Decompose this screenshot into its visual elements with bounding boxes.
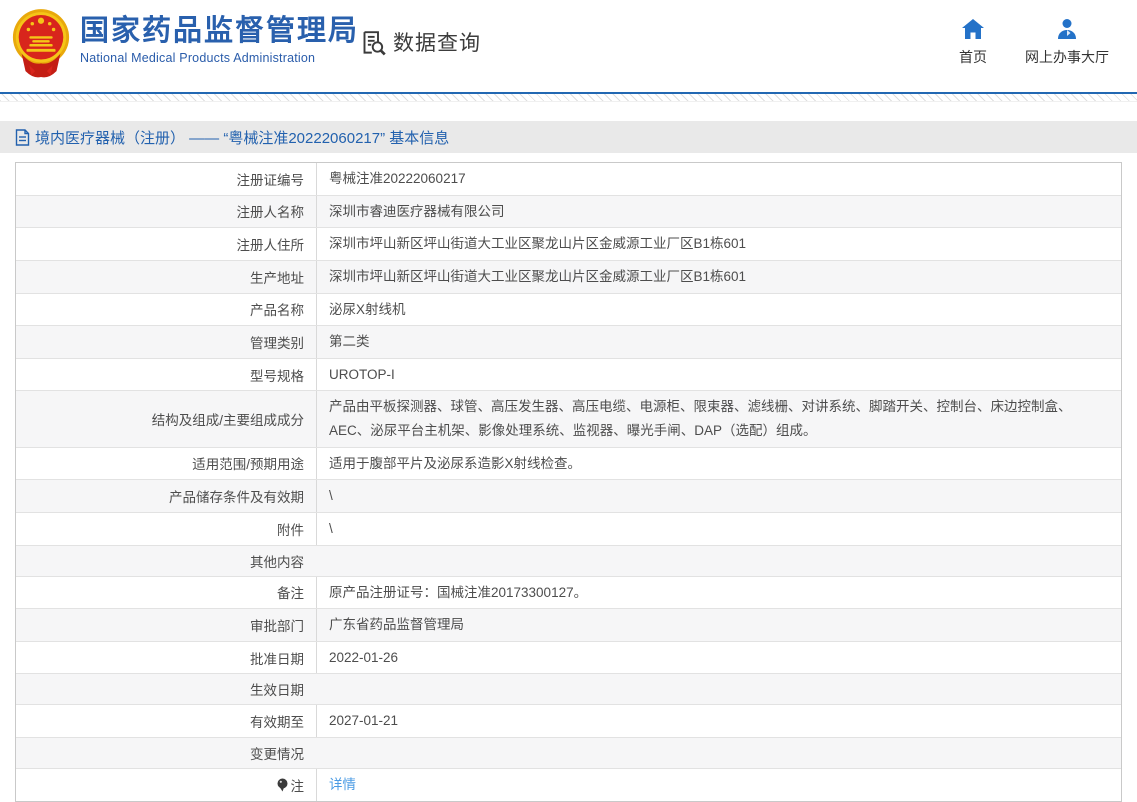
field-label: 产品储存条件及有效期 [16, 480, 316, 512]
field-value: 粤械注准20222060217 [316, 163, 1121, 195]
field-value [316, 738, 1121, 768]
field-value [316, 674, 1121, 704]
table-row: 生产地址 深圳市坪山新区坪山街道大工业区聚龙山片区金威源工业厂区B1栋601 [16, 260, 1121, 293]
field-value: 深圳市坪山新区坪山街道大工业区聚龙山片区金威源工业厂区B1栋601 [316, 228, 1121, 260]
field-label-text: 注 [291, 775, 305, 795]
field-value: 产品由平板探测器、球管、高压发生器、高压电缆、电源柜、限束器、滤线栅、对讲系统、… [316, 391, 1121, 446]
field-value: 2022-01-26 [316, 642, 1121, 674]
nav-item-label: 网上办事大厅 [1025, 47, 1109, 67]
field-value: 深圳市坪山新区坪山街道大工业区聚龙山片区金威源工业厂区B1栋601 [316, 261, 1121, 293]
table-row: 产品名称 泌尿X射线机 [16, 293, 1121, 326]
field-label: 有效期至 [16, 705, 316, 737]
field-label: 适用范围/预期用途 [16, 448, 316, 480]
site-subtitle: National Medical Products Administration [80, 51, 359, 65]
nav-item-service-hall[interactable]: 网上办事大厅 [1025, 18, 1109, 67]
table-row: 附件 \ [16, 512, 1121, 545]
field-label: 备注 [16, 577, 316, 609]
table-row: 型号规格 UROTOP-I [16, 358, 1121, 391]
field-label: 注册人名称 [16, 196, 316, 228]
field-value: \ [316, 513, 1121, 545]
note-balloon-icon [277, 778, 288, 792]
table-row: 注册证编号 粤械注准20222060217 [16, 163, 1121, 195]
page-title: 境内医疗器械（注册） —— “粤械注准20222060217” 基本信息 [35, 127, 449, 148]
national-emblem-logo[interactable] [10, 7, 72, 83]
table-row: 结构及组成/主要组成成分 产品由平板探测器、球管、高压发生器、高压电缆、电源柜、… [16, 390, 1121, 446]
field-value: \ [316, 480, 1121, 512]
site-header: 国家药品监督管理局 National Medical Products Admi… [0, 0, 1137, 92]
data-query-label: 数据查询 [393, 27, 481, 57]
site-title-block: 国家药品监督管理局 National Medical Products Admi… [80, 15, 359, 65]
site-title: 国家药品监督管理局 [80, 15, 359, 48]
nav-item-label: 首页 [959, 47, 987, 67]
document-search-icon [360, 29, 387, 56]
breadcrumb: 境内医疗器械（注册） —— “粤械注准20222060217” 基本信息 [0, 121, 1137, 153]
nav-item-home[interactable]: 首页 [959, 18, 987, 67]
field-label: 结构及组成/主要组成成分 [16, 391, 316, 446]
table-row: 注 详情 [16, 768, 1121, 801]
registration-info-table: 注册证编号 粤械注准20222060217 注册人名称 深圳市睿迪医疗器械有限公… [15, 162, 1122, 802]
field-label: 注 [16, 769, 316, 801]
field-label: 批准日期 [16, 642, 316, 674]
field-label: 审批部门 [16, 609, 316, 641]
field-value: 广东省药品监督管理局 [316, 609, 1121, 641]
field-label: 生产地址 [16, 261, 316, 293]
field-value: 2027-01-21 [316, 705, 1121, 737]
field-label: 型号规格 [16, 359, 316, 391]
table-row: 变更情况 [16, 737, 1121, 768]
field-value: 详情 [316, 769, 1121, 801]
field-value: 泌尿X射线机 [316, 294, 1121, 326]
field-label: 管理类别 [16, 326, 316, 358]
page-icon [15, 129, 30, 146]
field-label: 注册证编号 [16, 163, 316, 195]
table-row: 产品储存条件及有效期 \ [16, 479, 1121, 512]
field-value: 深圳市睿迪医疗器械有限公司 [316, 196, 1121, 228]
field-label: 生效日期 [16, 674, 316, 704]
table-row: 注册人名称 深圳市睿迪医疗器械有限公司 [16, 195, 1121, 228]
table-row: 管理类别 第二类 [16, 325, 1121, 358]
table-row: 审批部门 广东省药品监督管理局 [16, 608, 1121, 641]
field-label: 注册人住所 [16, 228, 316, 260]
table-row: 适用范围/预期用途 适用于腹部平片及泌尿系造影X射线检查。 [16, 447, 1121, 480]
data-query-nav[interactable]: 数据查询 [360, 27, 481, 57]
table-row: 生效日期 [16, 673, 1121, 704]
field-value [316, 546, 1121, 576]
field-label: 附件 [16, 513, 316, 545]
field-label: 变更情况 [16, 738, 316, 768]
details-link[interactable]: 详情 [329, 773, 356, 797]
user-icon [1055, 18, 1079, 40]
field-value: 第二类 [316, 326, 1121, 358]
table-row: 有效期至 2027-01-21 [16, 704, 1121, 737]
home-icon [961, 18, 985, 40]
table-row: 注册人住所 深圳市坪山新区坪山街道大工业区聚龙山片区金威源工业厂区B1栋601 [16, 227, 1121, 260]
field-label: 产品名称 [16, 294, 316, 326]
hatch-stripe-band [0, 94, 1137, 102]
table-row: 其他内容 [16, 545, 1121, 576]
table-row: 备注 原产品注册证号：国械注准20173300127。 [16, 576, 1121, 609]
field-value: 原产品注册证号：国械注准20173300127。 [316, 577, 1121, 609]
field-value: UROTOP-I [316, 359, 1121, 391]
table-row: 批准日期 2022-01-26 [16, 641, 1121, 674]
field-value: 适用于腹部平片及泌尿系造影X射线检查。 [316, 448, 1121, 480]
field-label: 其他内容 [16, 546, 316, 576]
top-nav: 首页 网上办事大厅 [959, 18, 1109, 67]
